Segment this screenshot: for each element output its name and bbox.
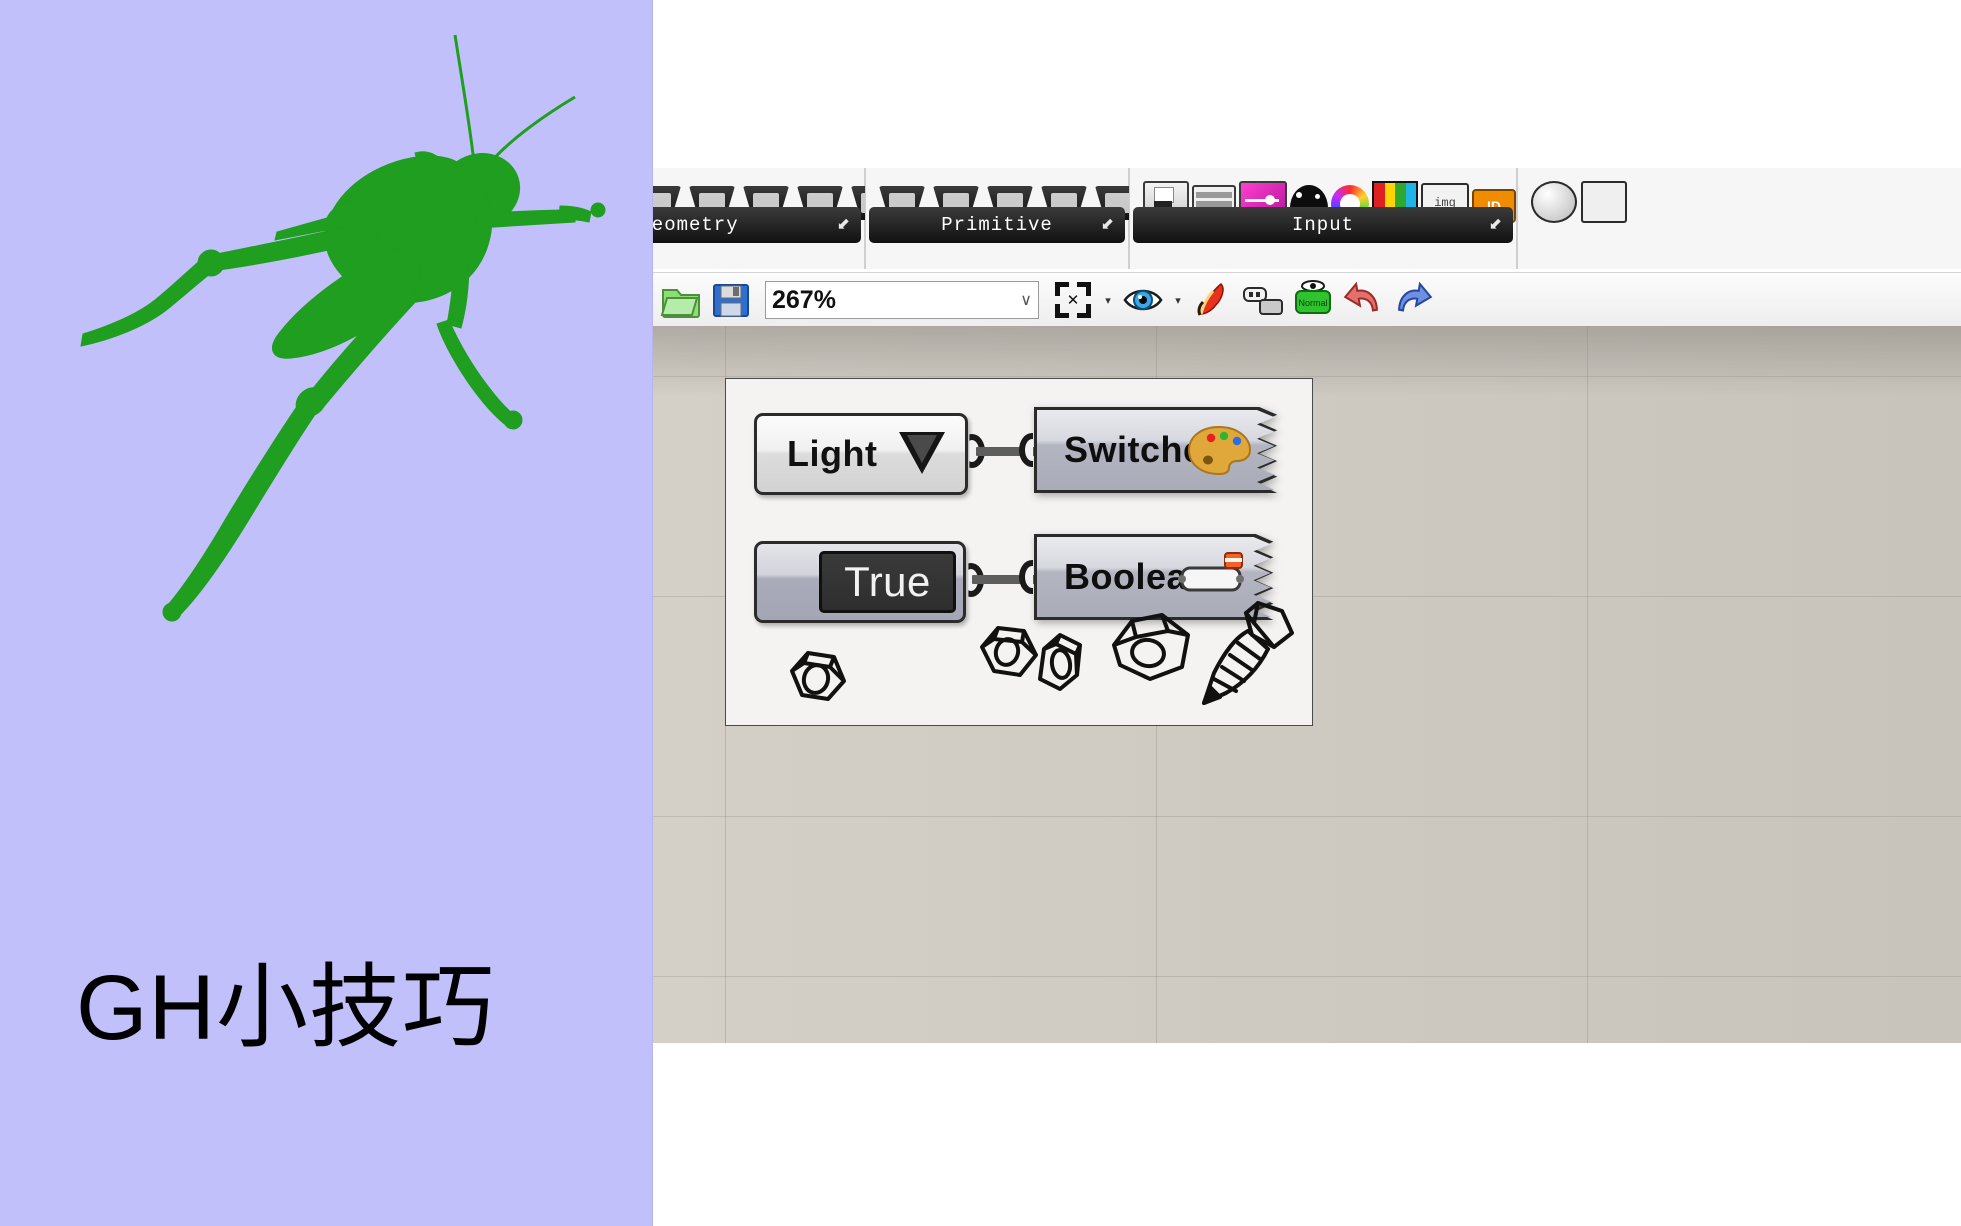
canvas-gridline-h	[653, 376, 1961, 377]
cover-panel: GH小技巧	[0, 0, 653, 1226]
boolean-toggle-capsule[interactable]: True	[754, 541, 966, 623]
component-group-panel[interactable]: Light Switcher True Boolean	[725, 378, 1313, 726]
ribbon-group-partial[interactable]	[1517, 168, 1961, 269]
grasshopper-window: Geometry ⬋ Primitive ⬋	[653, 0, 1961, 1226]
ribbon-bar: Geometry ⬋ Primitive ⬋	[653, 168, 1961, 269]
boolean-toggle-icon	[1178, 552, 1244, 592]
chevron-down-icon[interactable]: ▾	[1171, 278, 1185, 322]
canvas-gridline-v	[1587, 326, 1588, 1043]
chevron-down-icon[interactable]: ∨	[1020, 290, 1032, 310]
undo-icon[interactable]	[1341, 278, 1385, 322]
zoom-extents-icon[interactable]: ✕	[1051, 278, 1095, 322]
dropdown-triangle-inner-icon	[907, 435, 937, 463]
ribbon-group-input[interactable]: img ID Input ⬋	[1129, 168, 1517, 269]
ribbon-group-geometry[interactable]: Geometry ⬋	[653, 168, 897, 269]
component-switcher[interactable]: Switcher	[1019, 407, 1290, 493]
grasshopper-canvas[interactable]: Light Switcher True Boolean	[653, 326, 1961, 1043]
colour-palette-icon	[1187, 425, 1252, 476]
chevron-down-icon[interactable]: ⬋	[1101, 217, 1114, 233]
preview-mesh-quality-icon[interactable]	[1191, 278, 1235, 322]
open-file-icon[interactable]	[659, 278, 703, 322]
cluster-icon[interactable]	[1241, 278, 1285, 322]
component-label-light: Light	[787, 433, 878, 474]
screw-icon	[1202, 601, 1294, 705]
toggle-value-label: True	[844, 558, 931, 605]
grasshopper-silhouette	[80, 34, 606, 622]
ribbon-label-geometry[interactable]: Geometry	[653, 207, 861, 243]
ribbon-group-primitive[interactable]: Primitive ⬋	[865, 168, 1141, 269]
canvas-gridline-h	[653, 976, 1961, 977]
zoom-level-value: 267%	[772, 285, 836, 314]
svg-text:Normal: Normal	[1298, 298, 1327, 308]
toggle-display[interactable]: True	[819, 551, 956, 613]
hex-nut-icon	[790, 651, 846, 701]
hex-nut-large-icon	[1112, 613, 1190, 681]
save-file-icon[interactable]	[709, 278, 753, 322]
input-port-switcher[interactable]	[1019, 433, 1045, 467]
canvas-toolbar: 267% ∨ ✕ ▾ ▾ Normal	[653, 272, 1961, 328]
redo-icon[interactable]	[1391, 278, 1435, 322]
svg-text:✕: ✕	[1067, 292, 1080, 309]
chevron-down-icon[interactable]: ⬋	[837, 217, 850, 233]
chevron-down-icon[interactable]: ⬋	[1489, 217, 1502, 233]
param-capsule-switcher[interactable]: Switcher	[1034, 407, 1290, 493]
preview-eye-icon[interactable]	[1121, 278, 1165, 322]
chevron-down-icon[interactable]: ▾	[1101, 278, 1115, 322]
cover-title: GH小技巧	[76, 957, 496, 1059]
value-list-capsule[interactable]: Light	[754, 413, 968, 495]
zoom-level-input[interactable]: 267% ∨	[765, 281, 1039, 319]
input-port-boolean[interactable]	[1019, 560, 1045, 594]
preview-normal-icon[interactable]: Normal	[1291, 278, 1335, 322]
ribbon-label-input[interactable]: Input	[1133, 207, 1513, 243]
component-true-toggle[interactable]: True	[754, 541, 984, 623]
two-nuts-icon	[980, 626, 1082, 691]
canvas-gridline-h	[653, 816, 1961, 817]
ribbon-label-primitive[interactable]: Primitive	[869, 207, 1125, 243]
component-light[interactable]: Light	[754, 413, 985, 495]
